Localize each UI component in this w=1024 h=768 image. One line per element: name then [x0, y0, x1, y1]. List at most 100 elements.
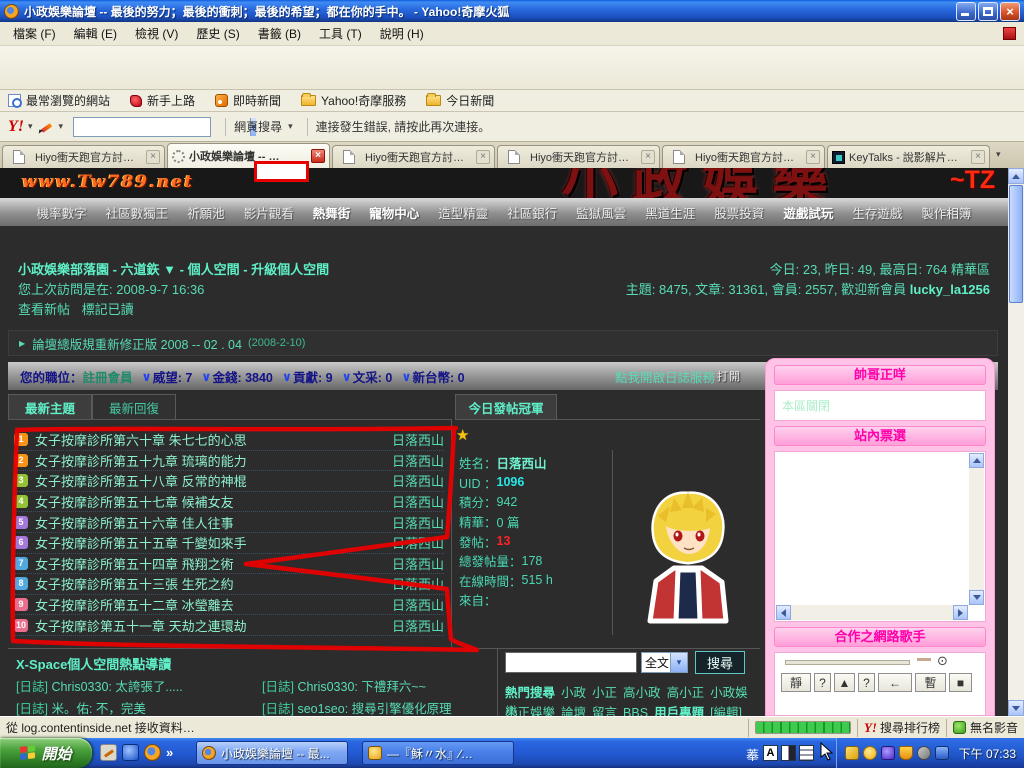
topic-link[interactable]: 女子按摩診所第五十九章 琉璃的能力 [35, 451, 382, 470]
scroll-up-button[interactable] [969, 453, 984, 468]
scroll-down-button[interactable] [969, 590, 984, 605]
ime-language-icon[interactable]: 菶 [746, 745, 759, 764]
nav-item[interactable]: 製作相簿 [921, 203, 971, 222]
taskbar-window-forum[interactable]: 小政娛樂論壇 -- 最... [196, 741, 348, 765]
menu-history[interactable]: 歷史 (S) [187, 22, 248, 45]
show-desktop-icon[interactable] [100, 744, 117, 761]
ime-mode-icon[interactable]: A [763, 745, 778, 761]
tab-close-icon[interactable]: × [641, 150, 655, 164]
tab-latest-topics[interactable]: 最新主題 [8, 394, 92, 419]
wretch-cell[interactable]: 無名影音 [946, 719, 1024, 737]
scrollbar-track[interactable] [791, 605, 954, 620]
nav-item[interactable]: 黑道生涯 [645, 203, 695, 222]
pencil-dropdown-icon[interactable]: ▾ [59, 121, 64, 132]
scroll-down-button[interactable] [1008, 700, 1024, 716]
bookmark-getting-started[interactable]: 新手上路 [130, 92, 195, 109]
hot-keyword[interactable]: BBS [623, 706, 648, 716]
topic-link[interactable]: 女子按摩診所第六十章 朱七七的心思 [35, 430, 382, 449]
mark-read-link[interactable]: 標記已讀 [82, 302, 134, 317]
topic-author-link[interactable]: 日落西山 [382, 430, 444, 449]
xspace-entry[interactable]: [日誌] Chris0330: 下禮拜六~~ [262, 676, 426, 695]
quicklaunch-overflow[interactable]: » [166, 745, 173, 760]
topic-link[interactable]: 女子按摩診所第五十八章 反常的神棍 [35, 471, 382, 490]
menu-help[interactable]: 說明 (H) [371, 22, 433, 45]
tab-hiyo-1[interactable]: Hiyo衝天跑官方討…× [2, 145, 165, 168]
tab-list-dropdown-icon[interactable]: ▾ [996, 149, 1001, 160]
journal-service-link[interactable]: 點我開啟日誌服務 [615, 367, 715, 386]
forum-search-button[interactable]: 搜尋 [695, 651, 745, 674]
scrollbar-track[interactable] [969, 468, 984, 590]
nav-item[interactable]: 影片觀看 [244, 203, 294, 222]
nav-item[interactable]: 監獄風雲 [576, 203, 626, 222]
nav-item[interactable]: 股票投資 [714, 203, 764, 222]
yahoo-rank-cell[interactable]: Y!搜尋排行榜 [857, 719, 946, 737]
messenger-tray-icon[interactable] [863, 746, 877, 760]
scroll-right-button[interactable] [953, 605, 968, 620]
bookmark-yahoo-services[interactable]: Yahoo!奇摩服務 [301, 92, 406, 109]
forum-search-input[interactable] [505, 652, 637, 673]
taskbar-clock[interactable]: 下午 07:33 [959, 745, 1016, 762]
topic-link[interactable]: 女子按摩診所第五十六章 佳人往事 [35, 513, 382, 532]
tab-close-icon[interactable]: × [476, 150, 490, 164]
display-tray-icon[interactable] [935, 746, 949, 760]
xspace-entry[interactable]: [日誌] 米。佑: 不，完美 [16, 698, 146, 716]
topic-author-link[interactable]: 日落西山 [382, 533, 444, 552]
player-back-button[interactable]: ← [878, 673, 912, 692]
player-button[interactable]: ? [858, 673, 875, 692]
nav-item[interactable]: 祈願池 [187, 203, 225, 222]
new-member-link[interactable]: lucky_la1256 [910, 282, 990, 297]
yahoo-search-combo[interactable]: ▾ [73, 117, 211, 137]
bookmark-today-news[interactable]: 今日新聞 [426, 92, 494, 109]
bookmark-most-visited[interactable]: 最常瀏覽的網站 [8, 92, 110, 109]
scroll-left-button[interactable] [776, 605, 791, 620]
breadcrumb[interactable]: 小政娛樂部落園 - 六道鉃 ▼ - 個人空間 - 升級個人空間 [18, 259, 329, 278]
tab-close-icon[interactable]: × [971, 150, 985, 164]
hot-keyword[interactable]: 高小正 [667, 686, 705, 700]
topic-author-link[interactable]: 日落西山 [382, 451, 444, 470]
nav-item[interactable]: 社區銀行 [507, 203, 557, 222]
hot-keyword[interactable]: 小正娛樂 [505, 706, 555, 716]
xspace-entry[interactable]: [日誌] Chris0330: 太誇張了..... [16, 676, 183, 695]
user-topics-label[interactable]: 用戶專題 [654, 706, 704, 716]
yahoo-search-input[interactable] [74, 118, 250, 136]
bookmark-latest-news[interactable]: 即時新聞 [215, 92, 281, 109]
topic-author-link[interactable]: 日落西山 [382, 471, 444, 490]
nav-item[interactable]: 機率數字 [37, 203, 87, 222]
tab-close-icon[interactable]: × [311, 149, 325, 163]
taskbar-window-messenger[interactable]: —『穌〃水』∕… [362, 741, 514, 765]
hot-keyword[interactable]: 小正 [592, 686, 617, 700]
hot-keyword[interactable]: 高小政 [623, 686, 661, 700]
champion-name[interactable]: 日落西山 [497, 453, 547, 472]
topic-author-link[interactable]: 日落西山 [382, 554, 444, 573]
hot-keyword[interactable]: 留言 [592, 706, 617, 716]
topic-author-link[interactable]: 日落西山 [382, 616, 444, 635]
open-badge[interactable]: 打開 [717, 368, 741, 384]
yahoo-dropdown-icon[interactable]: ▾ [28, 121, 33, 132]
app-tray-icon[interactable] [881, 746, 895, 760]
start-button[interactable]: 開始 [0, 738, 92, 768]
search-scope-select[interactable]: 全文 ▾ [641, 652, 688, 673]
connection-error-text[interactable]: 連接發生錯誤, 請按此再次連接。 [316, 118, 491, 135]
ime-toolbar-icon[interactable] [799, 745, 814, 761]
content-scrollbar[interactable] [1008, 168, 1024, 716]
player-stop-button[interactable]: ■ [949, 673, 972, 692]
topic-link[interactable]: 女子按摩診第五十一章 天劫之連環劫 [35, 616, 382, 635]
menu-file[interactable]: 檔案 (F) [4, 22, 65, 45]
tab-hiyo-2[interactable]: Hiyo衝天跑官方討…× [332, 145, 495, 168]
hot-keyword[interactable]: 論壇 [561, 706, 586, 716]
scrollbar-thumb[interactable] [1009, 185, 1023, 303]
web-search-button[interactable]: 網頁搜尋 [234, 118, 282, 135]
nav-item[interactable]: 造型精靈 [438, 203, 488, 222]
xspace-entry[interactable]: [日誌] seo1seo: 搜尋引擎優化原理 [262, 698, 452, 716]
menu-tools[interactable]: 工具 (T) [310, 22, 371, 45]
tab-today-champion[interactable]: 今日發帖冠軍 [455, 394, 557, 419]
pencil-icon[interactable] [39, 120, 53, 134]
tab-hiyo-4[interactable]: Hiyo衝天跑官方討…× [662, 145, 825, 168]
player-up-button[interactable]: ▲ [834, 673, 855, 692]
topic-link[interactable]: 女子按摩診所第五十三張 生死之約 [35, 574, 382, 593]
nav-item[interactable]: 熱舞街 [313, 203, 351, 222]
yahoo-logo[interactable]: Y! [8, 118, 24, 136]
topic-author-link[interactable]: 日落西山 [382, 492, 444, 511]
ime-shape-icon[interactable] [781, 745, 796, 761]
nav-item[interactable]: 生存遊戲 [852, 203, 902, 222]
